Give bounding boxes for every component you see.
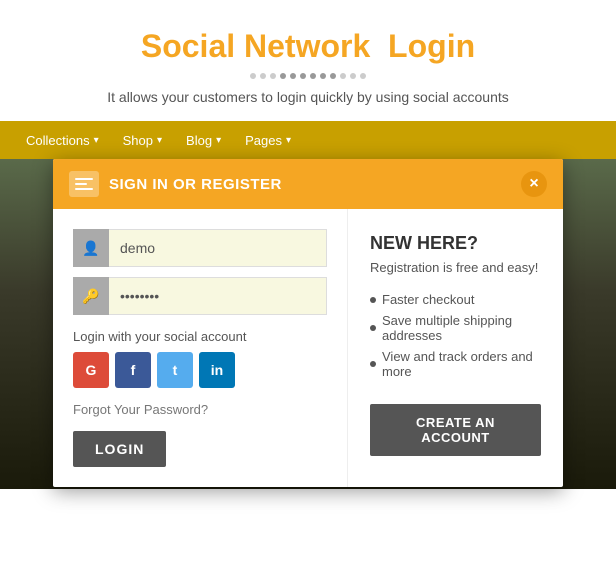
modal-header-left: SIGN IN OR REGISTER xyxy=(69,171,282,197)
modal-right-panel: NEW HERE? Registration is free and easy!… xyxy=(348,209,563,487)
modal-icon-box xyxy=(69,171,99,197)
social-label: Login with your social account xyxy=(73,329,327,344)
forgot-password-link[interactable]: Forgot Your Password? xyxy=(73,402,327,417)
nav-pages[interactable]: Pages ▾ xyxy=(235,125,301,156)
nav-collections[interactable]: Collections ▾ xyxy=(16,125,109,156)
create-account-button[interactable]: CREATE AN ACCOUNT xyxy=(370,404,541,456)
dot xyxy=(250,73,256,79)
nav-shop[interactable]: Shop ▾ xyxy=(113,125,172,156)
chevron-down-icon: ▾ xyxy=(286,135,291,146)
dot xyxy=(350,73,356,79)
login-modal: SIGN IN OR REGISTER × 👤 🔑 Login with you… xyxy=(53,159,563,487)
close-button[interactable]: × xyxy=(521,171,547,197)
benefit-list: Faster checkout Save multiple shipping a… xyxy=(370,289,541,382)
header-section: Social Network Login It allows your cust… xyxy=(0,0,616,121)
title-part1: Social Network xyxy=(141,28,370,64)
dot xyxy=(290,73,296,79)
title-part2: Login xyxy=(388,28,475,64)
bullet-icon xyxy=(370,325,376,331)
dots-decoration xyxy=(20,73,596,79)
background-area: SIGN IN OR REGISTER × 👤 🔑 Login with you… xyxy=(0,159,616,489)
list-icon xyxy=(75,178,93,190)
benefit-text: Save multiple shipping addresses xyxy=(382,313,541,343)
list-item: Save multiple shipping addresses xyxy=(370,310,541,346)
dot xyxy=(310,73,316,79)
username-input-group: 👤 xyxy=(73,229,327,267)
modal-left-panel: 👤 🔑 Login with your social account G f t… xyxy=(53,209,348,487)
login-button[interactable]: LOGIN xyxy=(73,431,166,467)
chevron-down-icon: ▾ xyxy=(157,135,162,146)
bullet-icon xyxy=(370,361,376,367)
dot xyxy=(360,73,366,79)
facebook-login-button[interactable]: f xyxy=(115,352,151,388)
navbar: Collections ▾ Shop ▾ Blog ▾ Pages ▾ xyxy=(0,121,616,159)
modal-title: SIGN IN OR REGISTER xyxy=(109,176,282,193)
header-subtitle: It allows your customers to login quickl… xyxy=(20,89,596,105)
chevron-down-icon: ▾ xyxy=(216,135,221,146)
list-item: Faster checkout xyxy=(370,289,541,310)
modal-header: SIGN IN OR REGISTER × xyxy=(53,159,563,209)
lock-icon: 🔑 xyxy=(73,277,109,315)
dot xyxy=(280,73,286,79)
dot xyxy=(300,73,306,79)
twitter-login-button[interactable]: t xyxy=(157,352,193,388)
benefit-text: View and track orders and more xyxy=(382,349,541,379)
dot xyxy=(270,73,276,79)
nav-blog[interactable]: Blog ▾ xyxy=(176,125,231,156)
page-title: Social Network Login xyxy=(20,28,596,65)
new-here-subtitle: Registration is free and easy! xyxy=(370,260,541,275)
list-item: View and track orders and more xyxy=(370,346,541,382)
social-buttons: G f t in xyxy=(73,352,327,388)
password-input[interactable] xyxy=(73,277,327,315)
bullet-icon xyxy=(370,297,376,303)
dot xyxy=(340,73,346,79)
username-input[interactable] xyxy=(73,229,327,267)
google-login-button[interactable]: G xyxy=(73,352,109,388)
dot xyxy=(330,73,336,79)
benefit-text: Faster checkout xyxy=(382,292,475,307)
user-icon: 👤 xyxy=(73,229,109,267)
chevron-down-icon: ▾ xyxy=(94,135,99,146)
dot xyxy=(260,73,266,79)
modal-body: 👤 🔑 Login with your social account G f t… xyxy=(53,209,563,487)
dot xyxy=(320,73,326,79)
password-input-group: 🔑 xyxy=(73,277,327,315)
linkedin-login-button[interactable]: in xyxy=(199,352,235,388)
new-here-title: NEW HERE? xyxy=(370,233,541,254)
